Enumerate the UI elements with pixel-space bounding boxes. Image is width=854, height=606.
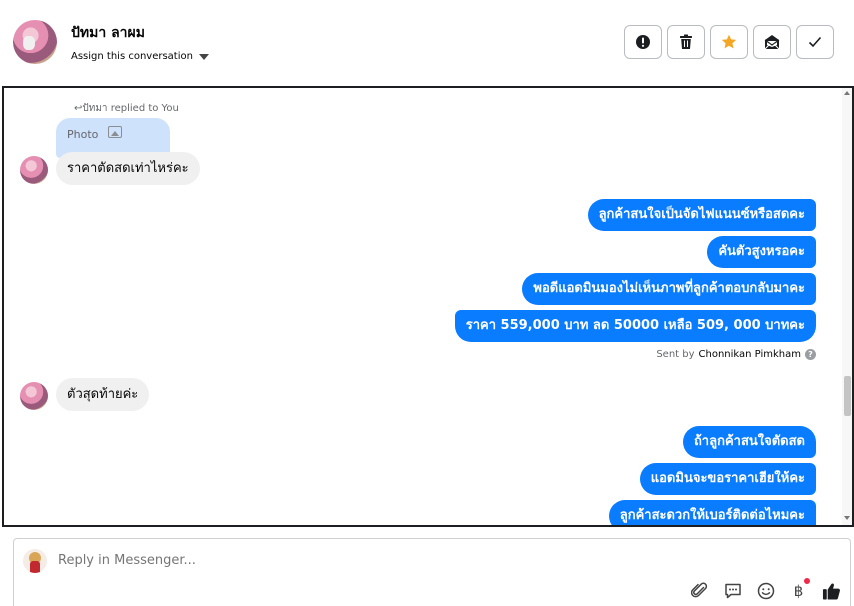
conversation-actions (624, 25, 834, 59)
reply-input[interactable] (58, 553, 658, 568)
contact-avatar[interactable] (13, 20, 57, 64)
payment-button[interactable]: ฿ (789, 578, 810, 600)
sent-by-prefix: Sent by (656, 349, 695, 360)
outgoing-message[interactable]: ลูกค้าสนใจเป็นจัดไฟแนนซ์หรือสดคะ (587, 199, 816, 231)
assign-conversation-dropdown[interactable]: Assign this conversation (71, 51, 209, 62)
exclamation-icon (636, 35, 650, 49)
contact-avatar-small[interactable] (20, 156, 48, 184)
incoming-message[interactable]: ราคาตัดสดเท่าไหร่คะ (56, 152, 200, 185)
page-avatar (23, 549, 47, 573)
conversation-header: ปัทมา ลาผม Assign this conversation (0, 0, 854, 86)
outgoing-message[interactable]: แอดมินจะขอราคาเฮียให้คะ (639, 463, 816, 495)
outgoing-message[interactable]: ราคา 559,000 บาท ลด 50000 เหลือ 509, 000… (454, 310, 816, 342)
sent-by-note: Sent by Chonnikan Pimkham ? (656, 349, 816, 360)
mark-unread-button[interactable] (753, 25, 791, 59)
speech-bubble-icon (724, 583, 741, 598)
scrollbar-thumb[interactable] (844, 376, 851, 416)
delete-button[interactable] (667, 25, 705, 59)
mark-done-button[interactable] (796, 25, 834, 59)
contact-name[interactable]: ปัทมา ลาผม (71, 22, 145, 44)
notification-dot (804, 578, 810, 584)
incoming-message[interactable]: ตัวสุดท้ายค่ะ (56, 378, 150, 411)
emoji-icon (757, 582, 774, 599)
envelope-icon (764, 35, 780, 50)
checkmark-icon (808, 36, 822, 48)
scrollbar[interactable] (842, 88, 852, 525)
sent-by-name: Chonnikan Pimkham (698, 349, 801, 360)
outgoing-message[interactable]: คันตัวสูงหรอคะ (707, 236, 816, 268)
reply-note: ↩ปัทมา replied to You (74, 103, 179, 114)
thumbs-up-icon (822, 583, 840, 600)
emoji-button[interactable] (756, 581, 775, 600)
scroll-up-arrow-icon[interactable] (844, 91, 850, 95)
image-icon (108, 126, 123, 138)
help-icon[interactable]: ? (805, 349, 816, 360)
attach-button[interactable] (690, 581, 709, 600)
outgoing-message[interactable]: ถ้าลูกค้าสนใจตัดสด (682, 426, 816, 458)
paperclip-icon (690, 582, 707, 597)
star-button[interactable] (710, 25, 748, 59)
assign-label: Assign this conversation (71, 51, 193, 62)
outgoing-message[interactable]: ลูกค้าสะดวกให้เบอร์ติดต่อไหมคะ (608, 500, 816, 525)
like-button[interactable] (822, 581, 841, 600)
outgoing-message[interactable]: พอดีแอดมินมองไม่เห็นภาพที่ลูกค้าตอบกลับม… (522, 273, 816, 305)
contact-avatar-small[interactable] (20, 382, 48, 410)
star-icon (721, 34, 737, 49)
trash-icon (680, 34, 692, 49)
composer-tools: ฿ (690, 578, 841, 600)
scroll-down-arrow-icon[interactable] (844, 516, 850, 520)
baht-icon: ฿ (793, 581, 804, 600)
message-thread[interactable]: ↩ปัทมา replied to You Photo ราคาตัดสดเท่… (2, 86, 854, 527)
saved-replies-button[interactable] (723, 581, 742, 600)
caret-down-icon (198, 53, 209, 60)
message-composer: ฿ (13, 538, 851, 606)
mark-spam-button[interactable] (624, 25, 662, 59)
